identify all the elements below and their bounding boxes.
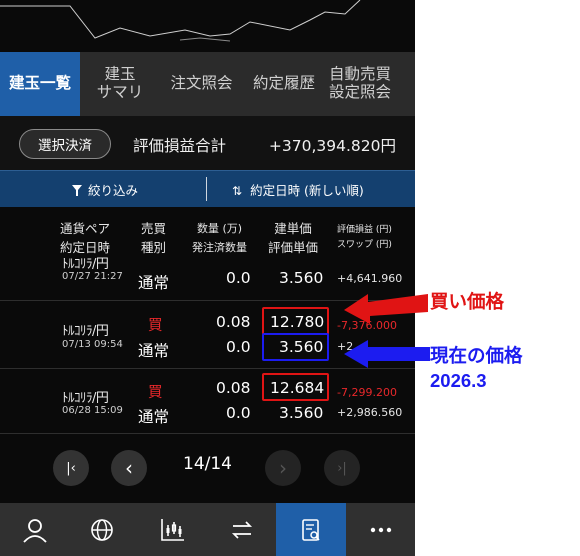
buy-price-highlight <box>262 307 329 335</box>
pagination: |‹ ‹ 14/14 › ›| <box>0 435 415 503</box>
col-pair-date: 通貨ペア 約定日時 <box>60 221 111 255</box>
next-page-button[interactable]: › <box>265 450 301 486</box>
bottom-nav <box>0 503 415 556</box>
buy-price-highlight <box>262 373 329 401</box>
currency-pair: ﾄﾙｺﾘﾗ/円 <box>62 324 109 339</box>
select-settle-button[interactable]: 選択決済 <box>19 129 111 159</box>
pl-value: -7,299.200 <box>337 386 397 399</box>
globe-icon <box>91 518 113 541</box>
col-quantity: 数量 (万) 発注済数量 <box>192 222 247 254</box>
nav-trade[interactable] <box>207 503 277 556</box>
current-price-highlight <box>262 333 329 361</box>
sort-icon: ⇅ <box>232 184 243 198</box>
trade-datetime: 06/28 15:09 <box>62 405 123 416</box>
swap-value: +4,641.960 <box>337 272 403 285</box>
col-side-type: 売買 種別 <box>141 221 167 255</box>
filter-button[interactable]: 絞り込み <box>72 180 138 199</box>
total-pl-value: +370,394.820円 <box>268 137 396 155</box>
nav-account[interactable] <box>0 503 70 556</box>
nav-chart[interactable] <box>138 503 208 556</box>
document-search-icon <box>302 518 320 541</box>
pending-quantity: 0.0 <box>226 338 251 356</box>
pl-summary: 選択決済 評価損益合計 +370,394.820円 <box>0 116 415 171</box>
tab-trade-history[interactable]: 約定履歴 <box>243 52 325 116</box>
current-price-annotation: 現在の価格 <box>430 345 523 366</box>
tab-auto-trade-settings[interactable]: 自動売買 設定照会 <box>325 52 395 116</box>
more-icon <box>370 527 392 532</box>
sort-button[interactable]: ⇅ 約定日時 (新しい順) <box>232 180 364 199</box>
tab-positions[interactable]: 建玉一覧 <box>0 52 80 116</box>
last-page-icon: ›| <box>337 460 347 476</box>
tab-bar: 建玉一覧 建玉 サマリ 注文照会 約定履歴 自動売買 設定照会 <box>0 52 415 116</box>
filter-label: 絞り込み <box>88 183 139 198</box>
app-screen: 建玉一覧 建玉 サマリ 注文照会 約定履歴 自動売買 設定照会 選択決済 評価損… <box>0 0 415 556</box>
eval-price: 3.560 <box>279 269 324 287</box>
divider <box>206 177 207 201</box>
first-page-icon: |‹ <box>66 460 76 476</box>
side-buy: 買 <box>148 318 163 334</box>
quantity: 0.08 <box>216 379 251 397</box>
tab-order-inquiry[interactable]: 注文照会 <box>160 52 243 116</box>
buy-price-annotation: 買い価格 <box>430 291 505 312</box>
pending-quantity: 0.0 <box>226 404 251 422</box>
nav-more[interactable] <box>346 503 415 556</box>
filter-icon <box>72 185 82 196</box>
trade-datetime: 07/13 09:54 <box>62 339 123 350</box>
filter-sort-bar: 絞り込み ⇅ 約定日時 (新しい順) <box>0 170 415 208</box>
trade-datetime: 07/27 21:27 <box>62 271 123 282</box>
nav-market[interactable] <box>67 503 137 556</box>
chevron-right-icon: › <box>279 456 287 480</box>
chevron-left-icon: ‹ <box>125 456 133 480</box>
side-buy: 買 <box>148 385 163 401</box>
currency-pair: ﾄﾙｺﾘﾗ/円 <box>62 391 109 406</box>
swap-value: +2,986.560 <box>337 406 403 419</box>
order-type: 通常 <box>138 342 170 360</box>
red-arrow-icon <box>344 294 428 324</box>
blue-arrow-icon <box>344 340 430 368</box>
first-page-button[interactable]: |‹ <box>53 450 89 486</box>
order-type: 通常 <box>138 274 170 292</box>
eval-price: 3.560 <box>279 404 324 422</box>
pending-quantity: 0.0 <box>226 269 251 287</box>
sort-label: 約定日時 (新しい順) <box>250 183 364 198</box>
person-icon <box>23 518 47 543</box>
swap-icon <box>231 520 253 539</box>
current-date-annotation: 2026.3 <box>430 370 487 391</box>
currency-pair: ﾄﾙｺﾘﾗ/円 <box>62 257 109 272</box>
page-indicator: 14/14 <box>183 454 232 474</box>
order-type: 通常 <box>138 408 170 426</box>
prev-page-button[interactable]: ‹ <box>111 450 147 486</box>
chart-icon <box>161 518 184 541</box>
price-chart-strip <box>0 0 361 42</box>
table-row[interactable]: ﾄﾙｺﾘﾗ/円 06/28 15:09 買 通常 0.08 0.0 12.684… <box>0 369 415 434</box>
col-pl-swap: 評価損益 (円) スワップ (円) <box>337 225 392 250</box>
nav-inquiry[interactable] <box>276 503 346 556</box>
last-page-button[interactable]: ›| <box>324 450 360 486</box>
quantity: 0.08 <box>216 313 251 331</box>
tab-position-summary[interactable]: 建玉 サマリ <box>80 52 160 116</box>
col-price: 建単価 評価単価 <box>268 221 319 255</box>
total-pl-label: 評価損益合計 <box>133 137 227 155</box>
